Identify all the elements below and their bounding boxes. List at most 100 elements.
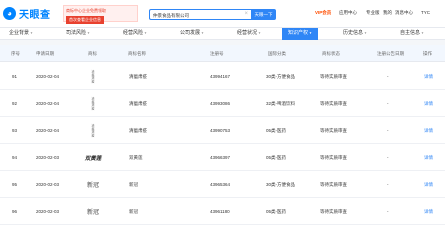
row-name: 新冠 — [129, 182, 138, 187]
row-date: 2020-02-03 — [36, 155, 60, 160]
row-name: 清瘟肃疫 — [129, 128, 147, 133]
caret-down-icon: ▼ — [87, 31, 90, 35]
caret-down-icon: ▼ — [201, 31, 204, 35]
row-reg-no: 43966397 — [210, 155, 231, 160]
row-notice: - — [387, 209, 389, 214]
row-date: 2020-02-03 — [36, 182, 60, 187]
trademark-table: 序号 申请日期 商标 商标名称 注册号 国际分类 商标状态 注册公告日期 操作 … — [0, 45, 445, 240]
tab-background[interactable]: 企业背景▼ — [3, 28, 39, 40]
detail-link[interactable]: 详情 — [424, 128, 433, 134]
search-button[interactable]: 天眼一下 — [251, 9, 276, 20]
th-reg-no: 注册号 — [210, 51, 224, 56]
promo-banner[interactable]: 商标中心企业免费领取 首次查看企业信息 — [63, 5, 138, 24]
row-class: 30类-方便食品 — [266, 74, 296, 79]
row-class: 05类-医药 — [266, 155, 287, 160]
th-status: 商标状态 — [322, 51, 340, 56]
row-reg-no: 43965364 — [210, 182, 231, 187]
row-status: 等待实质审查 — [320, 74, 347, 79]
row-status: 等待实质审查 — [320, 182, 347, 187]
row-date: 2020-02-03 — [36, 209, 60, 214]
row-notice: - — [387, 74, 389, 79]
logo-icon: ◕ — [3, 7, 16, 20]
tab-history[interactable]: 历史信息▼ — [337, 28, 373, 40]
th-date: 申请日期 — [36, 51, 54, 56]
row-reg-no: 43990753 — [210, 128, 231, 133]
row-reg-no: 43961180 — [210, 209, 230, 214]
caret-down-icon: ▼ — [258, 31, 261, 35]
logo[interactable]: ◕ 天眼查 — [3, 6, 51, 21]
nav-app-center[interactable]: 应用中心 — [339, 10, 357, 16]
row-notice: - — [387, 182, 389, 187]
row-index: 93 — [12, 128, 18, 133]
row-notice: - — [387, 101, 389, 106]
section-tabs: 企业背景▼ 司法风险▼ 经营风险▼ 公司发展▼ 经营状况▼ 知识产权▼ 历史信息… — [0, 28, 445, 40]
th-notice-date: 注册公告日期 — [377, 51, 404, 56]
row-status: 等待实质审查 — [320, 209, 347, 214]
nav-vip[interactable]: VIP会员 — [315, 10, 331, 16]
tab-judicial-risk[interactable]: 司法风险▼ — [60, 28, 96, 40]
trademark-image[interactable]: 清瘟肃疫 — [82, 94, 104, 113]
row-index: 92 — [12, 101, 18, 106]
row-date: 2020-02-04 — [36, 101, 60, 106]
tab-intellectual-property[interactable]: 知识产权▼ — [282, 28, 318, 40]
detail-link[interactable]: 详情 — [424, 74, 433, 80]
row-notice: - — [387, 128, 389, 133]
th-mark: 商标 — [88, 51, 97, 56]
table-row: 93 2020-02-04 清瘟肃疫 清瘟肃疫 43990753 05类-医药 … — [0, 117, 445, 144]
row-class: 32类-啤酒饮料 — [266, 101, 296, 106]
banner-line-2: 首次查看企业信息 — [66, 16, 104, 24]
banner-line-1: 商标中心企业免费领取 — [66, 8, 106, 13]
clear-icon[interactable]: × — [244, 11, 248, 17]
detail-link[interactable]: 详情 — [424, 101, 433, 107]
caret-down-icon: ▼ — [144, 31, 147, 35]
logo-text: 天眼查 — [19, 10, 51, 21]
search-input[interactable]: 仲景食品有限公司 × — [149, 9, 251, 20]
row-index: 95 — [12, 182, 18, 187]
tab-development[interactable]: 公司发展▼ — [174, 28, 210, 40]
tab-operating-risk[interactable]: 经营风险▼ — [117, 28, 153, 40]
detail-link[interactable]: 详情 — [424, 182, 433, 188]
row-reg-no: 43993086 — [210, 101, 231, 106]
table-header: 序号 申请日期 商标 商标名称 注册号 国际分类 商标状态 注册公告日期 操作 — [0, 45, 445, 62]
row-reg-no: 43994167 — [210, 74, 231, 79]
row-name: 清瘟肃疫 — [129, 74, 147, 79]
trademark-image[interactable]: 清瘟肃疫 — [82, 67, 104, 86]
row-class: 05类-医药 — [266, 128, 287, 133]
nav-pro[interactable]: 专业版 — [366, 10, 380, 16]
nav-messages[interactable]: 消息中心 — [395, 10, 413, 16]
top-header: ◕ 天眼查 商标中心企业免费领取 首次查看企业信息 仲景食品有限公司 × 天眼一… — [0, 0, 445, 28]
table-row: 94 2020-02-03 双黄莲 双黄莲 43966397 05类-医药 等待… — [0, 144, 445, 171]
caret-down-icon: ▼ — [30, 31, 33, 35]
row-name: 新冠 — [129, 209, 138, 214]
row-class: 30类-方便食品 — [266, 182, 296, 187]
caret-down-icon: ▼ — [421, 31, 424, 35]
row-class: 05类-医药 — [266, 209, 287, 214]
row-date: 2020-02-04 — [36, 128, 60, 133]
table-row: 96 2020-02-03 新冠 新冠 43961180 05类-医药 等待实质… — [0, 198, 445, 225]
caret-down-icon: ▼ — [309, 31, 312, 35]
row-index: 91 — [12, 74, 18, 79]
trademark-image[interactable]: 新冠 — [82, 175, 104, 194]
search-value: 仲景食品有限公司 — [153, 12, 189, 18]
row-status: 等待实质审查 — [320, 155, 347, 160]
th-index: 序号 — [11, 51, 20, 56]
table-row: 91 2020-02-04 清瘟肃疫 清瘟肃疫 43994167 30类-方便食… — [0, 63, 445, 90]
row-status: 等待实质审查 — [320, 101, 347, 106]
row-index: 96 — [12, 209, 18, 214]
nav-user[interactable]: TYC — [421, 10, 430, 15]
trademark-image[interactable]: 双黄莲 — [82, 148, 104, 167]
row-status: 等待实质审查 — [320, 128, 347, 133]
tab-self-info[interactable]: 自主信息▼ — [394, 28, 430, 40]
detail-link[interactable]: 详情 — [424, 209, 433, 215]
row-date: 2020-02-04 — [36, 74, 60, 79]
tab-operating-status[interactable]: 经营状况▼ — [231, 28, 267, 40]
trademark-image[interactable]: 清瘟肃疫 — [82, 121, 104, 140]
row-name: 清瘟肃疫 — [129, 101, 147, 106]
detail-link[interactable]: 详情 — [424, 155, 433, 161]
table-row: 92 2020-02-04 清瘟肃疫 清瘟肃疫 43993086 32类-啤酒饮… — [0, 90, 445, 117]
trademark-image[interactable]: 新冠 — [82, 202, 104, 221]
caret-down-icon: ▼ — [364, 31, 367, 35]
row-name: 双黄莲 — [129, 155, 143, 160]
nav-mine[interactable]: 我的 — [383, 10, 392, 16]
th-class: 国际分类 — [268, 51, 286, 56]
